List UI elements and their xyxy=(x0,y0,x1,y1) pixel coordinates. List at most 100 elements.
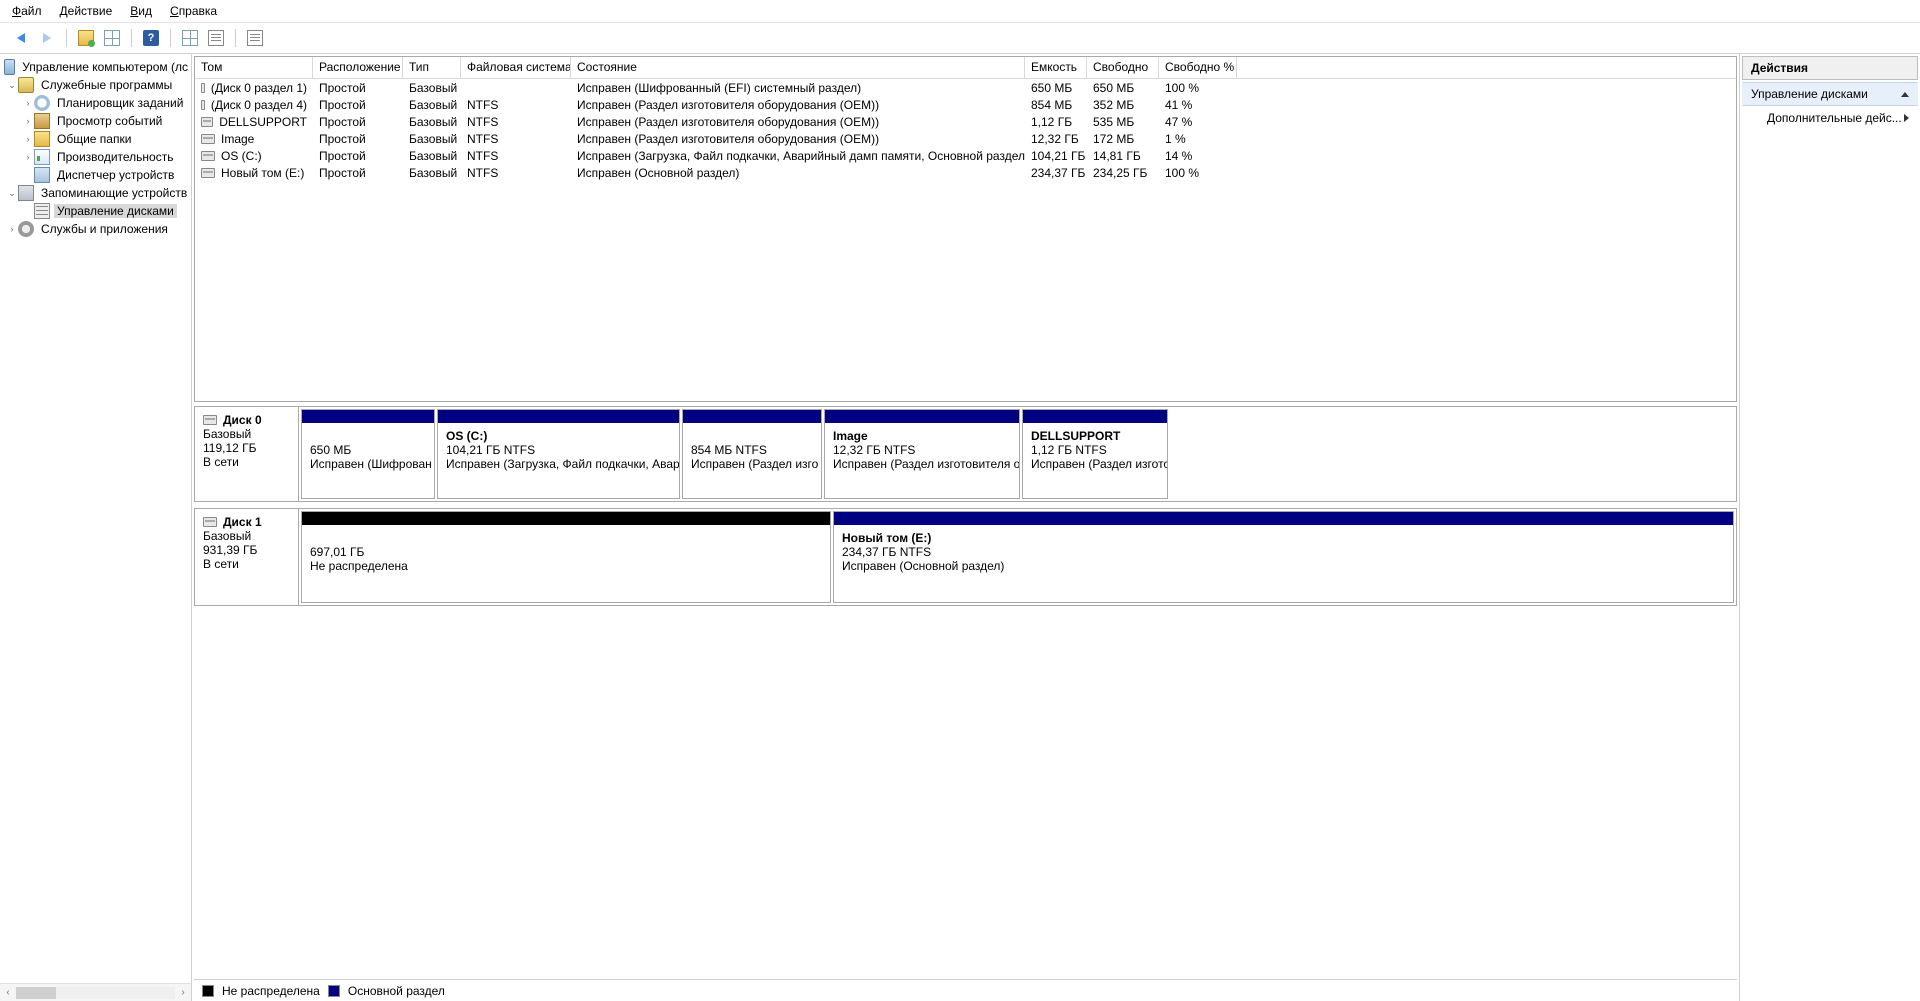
action-more[interactable]: Дополнительные дейс... xyxy=(1742,106,1918,130)
volume-row[interactable]: ImageПростойБазовыйNTFSИсправен (Раздел … xyxy=(195,130,1736,147)
col-freepct[interactable]: Свободно % xyxy=(1159,57,1237,78)
volume-row[interactable]: (Диск 0 раздел 1)ПростойБазовыйИсправен … xyxy=(195,79,1736,96)
view-top-button[interactable] xyxy=(179,27,201,49)
col-capacity[interactable]: Емкость xyxy=(1025,57,1087,78)
nav-forward-button[interactable] xyxy=(36,27,58,49)
volume-list-body[interactable]: (Диск 0 раздел 1)ПростойБазовыйИсправен … xyxy=(195,79,1736,401)
disk0-partition-os[interactable]: OS (C:) 104,21 ГБ NTFS Исправен (Загрузк… xyxy=(437,409,680,499)
disk0-partition-image[interactable]: Image 12,32 ГБ NTFS Исправен (Раздел изг… xyxy=(824,409,1020,499)
partition-status: Исправен (Загрузка, Файл подкачки, Авар xyxy=(446,457,671,471)
volume-row[interactable]: (Диск 0 раздел 4)ПростойБазовыйNTFSИспра… xyxy=(195,96,1736,113)
tree-storage[interactable]: ⌄Запоминающие устройств xyxy=(0,184,191,202)
scroll-left-button[interactable]: ‹ xyxy=(0,985,16,1001)
partition-colorbar xyxy=(683,410,821,423)
refresh-button[interactable] xyxy=(75,27,97,49)
toolbar-separator xyxy=(170,29,171,47)
settings-button[interactable] xyxy=(244,27,266,49)
tree-root[interactable]: Управление компьютером (лс xyxy=(0,58,191,76)
col-free[interactable]: Свободно xyxy=(1087,57,1159,78)
col-layout[interactable]: Расположение xyxy=(313,57,403,78)
grid-icon xyxy=(104,30,120,46)
tree-shared-folders[interactable]: ›Общие папки xyxy=(0,130,191,148)
expand-toggle[interactable]: › xyxy=(22,134,34,144)
properties-button[interactable] xyxy=(101,27,123,49)
scroll-thumb[interactable] xyxy=(16,987,56,999)
expand-toggle[interactable]: › xyxy=(22,116,34,126)
tree-system-tools[interactable]: ⌄Служебные программы xyxy=(0,76,191,94)
partition-name: DELLSUPPORT xyxy=(1031,429,1159,443)
disk-map: Диск 0 Базовый 119,12 ГБ В сети 650 МБ И… xyxy=(192,402,1739,979)
tree-device-manager[interactable]: Диспетчер устройств xyxy=(0,166,191,184)
menu-view[interactable]: Вид xyxy=(130,4,152,18)
tree-services[interactable]: ›Службы и приложения xyxy=(0,220,191,238)
share-icon xyxy=(34,131,50,147)
partition-size: 854 МБ NTFS xyxy=(691,443,813,457)
disk0-partition-dellsupport[interactable]: DELLSUPPORT 1,12 ГБ NTFS Исправен (Разде… xyxy=(1022,409,1168,499)
disk-1-info: Диск 1 Базовый 931,39 ГБ В сети xyxy=(195,509,299,605)
view-bottom-button[interactable] xyxy=(205,27,227,49)
expand-toggle[interactable]: ⌄ xyxy=(6,188,18,199)
expand-toggle[interactable]: › xyxy=(22,152,34,162)
cell-freepct: 47 % xyxy=(1159,115,1237,129)
expand-toggle[interactable]: ⌄ xyxy=(6,80,18,91)
disk1-unallocated[interactable]: 697,01 ГБ Не распределена xyxy=(301,511,831,603)
cell-type: Базовый xyxy=(403,132,461,146)
volume-icon xyxy=(201,83,205,93)
cell-volume: DELLSUPPORT xyxy=(219,115,307,129)
volume-row[interactable]: OS (C:)ПростойБазовыйNTFSИсправен (Загру… xyxy=(195,147,1736,164)
disk-1-type: Базовый xyxy=(203,529,290,543)
partition-colorbar xyxy=(438,410,679,423)
disk-icon xyxy=(203,415,217,425)
disk0-partition-4[interactable]: 854 МБ NTFS Исправен (Раздел изго xyxy=(682,409,822,499)
cell-freepct: 100 % xyxy=(1159,166,1237,180)
menu-action[interactable]: Действие xyxy=(60,4,113,18)
col-filler xyxy=(1237,57,1736,78)
col-volume[interactable]: Том xyxy=(195,57,313,78)
col-type[interactable]: Тип xyxy=(403,57,461,78)
scroll-right-button[interactable]: › xyxy=(175,985,191,1001)
tree-scheduler[interactable]: ›Планировщик заданий xyxy=(0,94,191,112)
cell-type: Базовый xyxy=(403,98,461,112)
col-filesystem[interactable]: Файловая система xyxy=(461,57,571,78)
menu-file[interactable]: Файл xyxy=(12,4,42,18)
action-disk-management[interactable]: Управление дисками xyxy=(1742,82,1918,106)
disk-0-state: В сети xyxy=(203,455,290,469)
performance-icon xyxy=(34,149,50,165)
cell-free: 14,81 ГБ xyxy=(1087,149,1159,163)
volume-row[interactable]: Новый том (E:)ПростойБазовыйNTFSИсправен… xyxy=(195,164,1736,181)
cell-free: 234,25 ГБ xyxy=(1087,166,1159,180)
volume-icon xyxy=(201,100,205,110)
disk1-partition-e[interactable]: Новый том (E:) 234,37 ГБ NTFS Исправен (… xyxy=(833,511,1734,603)
tree-event-viewer[interactable]: ›Просмотр событий xyxy=(0,112,191,130)
tree-disk-management[interactable]: Управление дисками xyxy=(0,202,191,220)
volume-row[interactable]: DELLSUPPORTПростойБазовыйNTFSИсправен (Р… xyxy=(195,113,1736,130)
disk-0-name: Диск 0 xyxy=(223,413,262,427)
toolbar-separator xyxy=(235,29,236,47)
content-area: Том Расположение Тип Файловая система Со… xyxy=(192,54,1740,1001)
partition-size: 104,21 ГБ NTFS xyxy=(446,443,671,457)
computer-icon xyxy=(4,59,15,75)
col-status[interactable]: Состояние xyxy=(571,57,1025,78)
actions-pane-title: Действия xyxy=(1742,56,1918,80)
disk-1-block[interactable]: Диск 1 Базовый 931,39 ГБ В сети 697,01 Г… xyxy=(194,508,1737,606)
disk-0-block[interactable]: Диск 0 Базовый 119,12 ГБ В сети 650 МБ И… xyxy=(194,406,1737,502)
expand-toggle[interactable]: › xyxy=(22,98,34,108)
partition-colorbar xyxy=(1023,410,1167,423)
tree-horizontal-scrollbar[interactable]: ‹ › xyxy=(0,983,191,1001)
settings-icon xyxy=(247,30,263,46)
cell-filesystem: NTFS xyxy=(461,98,571,112)
cell-volume: (Диск 0 раздел 4) xyxy=(211,98,307,112)
disk0-partition-1[interactable]: 650 МБ Исправен (Шифрован xyxy=(301,409,435,499)
nav-back-button[interactable] xyxy=(10,27,32,49)
volume-list: Том Расположение Тип Файловая система Со… xyxy=(194,56,1737,402)
expand-toggle[interactable]: › xyxy=(6,224,18,234)
disk-1-size: 931,39 ГБ xyxy=(203,543,290,557)
tree-performance[interactable]: ›Производительность xyxy=(0,148,191,166)
volume-icon xyxy=(201,134,215,144)
menubar: Файл Действие Вид Справка xyxy=(0,0,1920,23)
scroll-track[interactable] xyxy=(16,987,175,999)
menu-help[interactable]: Справка xyxy=(170,4,217,18)
cell-status: Исправен (Шифрованный (EFI) системный ра… xyxy=(571,81,1025,95)
partition-colorbar xyxy=(302,512,830,525)
help-button[interactable]: ? xyxy=(140,27,162,49)
